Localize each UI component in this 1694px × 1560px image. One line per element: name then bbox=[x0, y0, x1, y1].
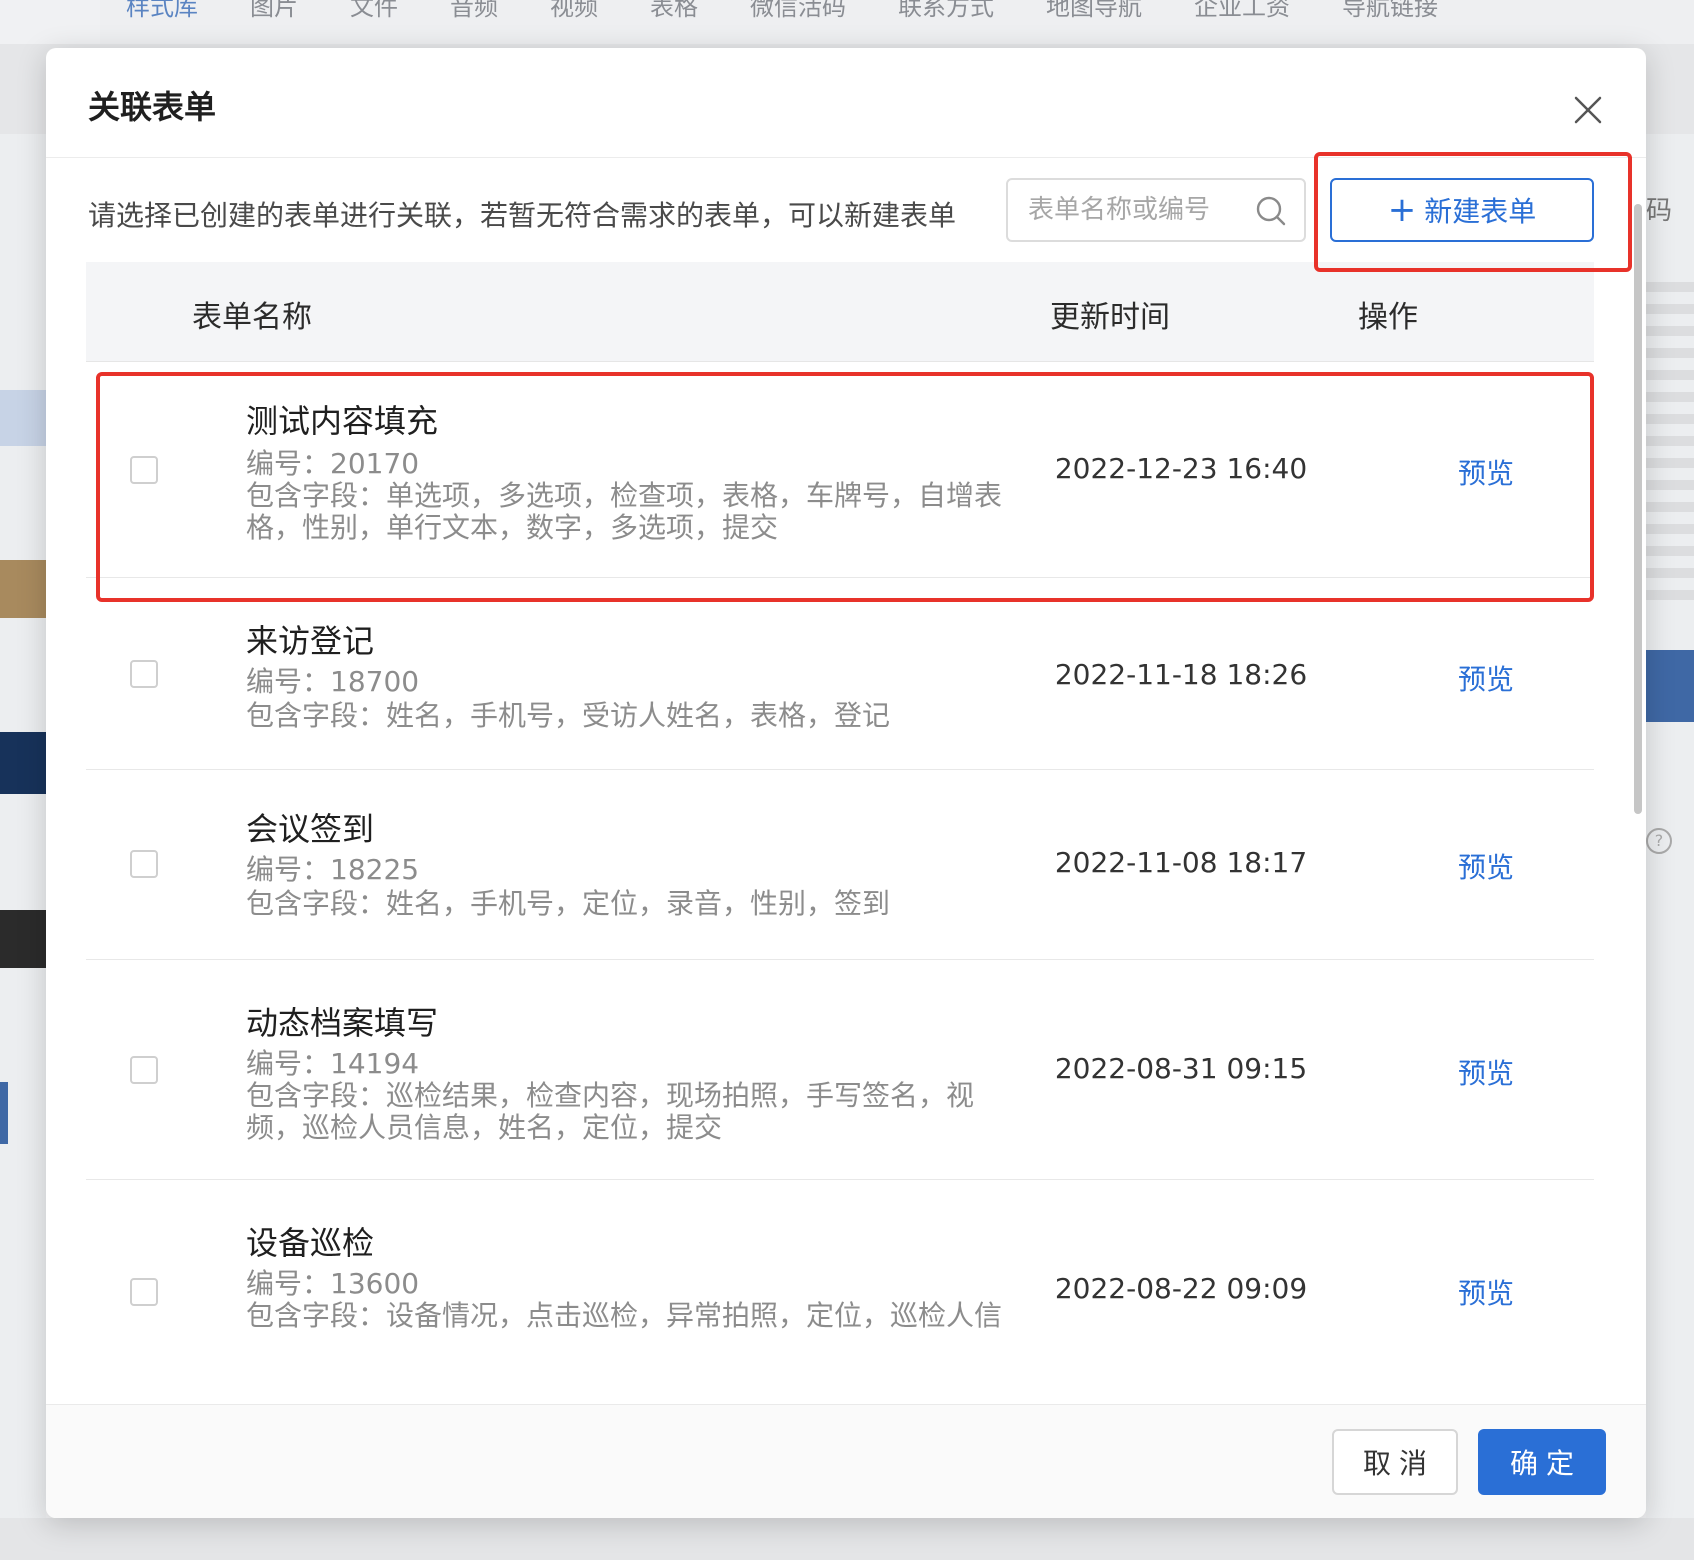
dialog-title: 关联表单 bbox=[88, 88, 217, 126]
preview-link[interactable]: 预览 bbox=[1458, 452, 1514, 492]
form-update-time: 2022-08-31 09:15 bbox=[1054, 1052, 1308, 1085]
background-block bbox=[1646, 650, 1694, 722]
form-code: 编号：18225 bbox=[246, 853, 420, 886]
header-update-time: 更新时间 bbox=[1050, 300, 1170, 335]
form-update-time: 2022-11-18 18:26 bbox=[1054, 658, 1308, 691]
table-row[interactable]: 会议签到 编号：18225 包含字段：姓名，手机号，定位，录音，性别，签到 20… bbox=[86, 770, 1594, 960]
form-update-time: 2022-11-08 18:17 bbox=[1054, 846, 1308, 879]
form-name: 动态档案填写 bbox=[246, 1004, 439, 1042]
form-fields: 包含字段：巡检结果，检查内容，现场拍照，手写签名，视频，巡检人员信息，姓名，定位… bbox=[246, 1079, 975, 1144]
help-icon: ? bbox=[1646, 828, 1672, 854]
table-header: 表单名称 更新时间 操作 bbox=[86, 262, 1594, 362]
header-form-name: 表单名称 bbox=[192, 300, 312, 335]
form-name: 会议签到 bbox=[246, 810, 375, 848]
row-checkbox[interactable] bbox=[130, 850, 158, 878]
bg-nav-item: 图片 bbox=[250, 0, 298, 21]
form-code: 编号：13600 bbox=[246, 1267, 420, 1300]
search-box[interactable] bbox=[1006, 178, 1306, 242]
row-checkbox[interactable] bbox=[130, 456, 158, 484]
bg-nav-item: 地图导航 bbox=[1046, 0, 1142, 21]
background-nav: 样式库 图片 文件 音频 视频 表格 微信活码 联系方式 地图导航 企业工资 导… bbox=[100, 0, 1694, 44]
row-checkbox[interactable] bbox=[130, 1278, 158, 1306]
background-block bbox=[0, 390, 46, 446]
preview-link[interactable]: 预览 bbox=[1458, 1272, 1514, 1312]
background-block bbox=[0, 560, 46, 618]
form-fields: 包含字段：单选项，多选项，检查项，表格，车牌号，自增表格，性别，单行文本，数字，… bbox=[246, 479, 1003, 544]
form-fields: 包含字段：设备情况，点击巡检，异常拍照，定位，巡检人信 bbox=[246, 1299, 1003, 1332]
row-checkbox[interactable] bbox=[130, 660, 158, 688]
dialog-header: 关联表单 bbox=[46, 48, 1646, 158]
plus-icon: + bbox=[1387, 190, 1417, 230]
search-input[interactable] bbox=[1028, 180, 1248, 240]
bg-nav-item: 表格 bbox=[650, 0, 698, 21]
row-checkbox[interactable] bbox=[130, 1056, 158, 1084]
preview-link[interactable]: 预览 bbox=[1458, 1052, 1514, 1092]
background-bottom bbox=[0, 1518, 1694, 1560]
bg-nav-item: 导航链接 bbox=[1342, 0, 1438, 21]
preview-link[interactable]: 预览 bbox=[1458, 658, 1514, 698]
form-update-time: 2022-12-23 16:40 bbox=[1054, 452, 1308, 485]
background-left-panel bbox=[0, 134, 46, 1560]
bg-nav-item: 联系方式 bbox=[898, 0, 994, 21]
bg-nav-item: 视频 bbox=[550, 0, 598, 21]
dialog-description: 请选择已创建的表单进行关联，若暂无符合需求的表单，可以新建表单 bbox=[88, 199, 957, 232]
table-row[interactable]: 来访登记 编号：18700 包含字段：姓名，手机号，受访人姓名，表格，登记 20… bbox=[86, 578, 1594, 770]
background-right-text: 码 bbox=[1646, 196, 1673, 226]
preview-link[interactable]: 预览 bbox=[1458, 846, 1514, 886]
dialog-footer: 取消 确定 bbox=[46, 1404, 1646, 1518]
link-form-dialog: 关联表单 请选择已创建的表单进行关联，若暂无符合需求的表单，可以新建表单 + 新… bbox=[46, 48, 1646, 1518]
bg-nav-item: 音频 bbox=[450, 0, 498, 21]
new-form-button[interactable]: + 新建表单 bbox=[1330, 178, 1594, 242]
search-icon[interactable] bbox=[1254, 194, 1288, 228]
form-fields: 包含字段：姓名，手机号，定位，录音，性别，签到 bbox=[246, 887, 891, 920]
close-icon-glyph bbox=[1574, 96, 1602, 124]
new-form-button-label: 新建表单 bbox=[1424, 195, 1537, 228]
table-row[interactable]: 动态档案填写 编号：14194 包含字段：巡检结果，检查内容，现场拍照，手写签名… bbox=[86, 960, 1594, 1180]
forms-table: 表单名称 更新时间 操作 测试内容填充 编号：20170 包含字段：单选项，多选… bbox=[86, 262, 1594, 1404]
form-update-time: 2022-08-22 09:09 bbox=[1054, 1272, 1308, 1305]
bg-nav-item: 微信活码 bbox=[750, 0, 846, 21]
table-row[interactable]: 设备巡检 编号：13600 包含字段：设备情况，点击巡检，异常拍照，定位，巡检人… bbox=[86, 1180, 1594, 1404]
close-icon[interactable] bbox=[1566, 88, 1610, 132]
background-qr-code bbox=[1646, 280, 1694, 600]
background-block bbox=[0, 910, 46, 968]
form-code: 编号：18700 bbox=[246, 665, 420, 698]
table-row[interactable]: 测试内容填充 编号：20170 包含字段：单选项，多选项，检查项，表格，车牌号，… bbox=[86, 362, 1594, 578]
form-name: 设备巡检 bbox=[246, 1224, 375, 1262]
form-fields: 包含字段：姓名，手机号，受访人姓名，表格，登记 bbox=[246, 699, 891, 732]
form-code: 编号：14194 bbox=[246, 1047, 420, 1080]
form-code: 编号：20170 bbox=[246, 447, 420, 480]
bg-nav-item: 样式库 bbox=[126, 0, 198, 21]
bg-nav-item: 企业工资 bbox=[1194, 0, 1290, 21]
bg-nav-item: 文件 bbox=[350, 0, 398, 21]
confirm-button[interactable]: 确定 bbox=[1478, 1429, 1606, 1495]
scrollbar-thumb[interactable] bbox=[1634, 204, 1642, 814]
background-block bbox=[0, 1082, 8, 1144]
scrollbar[interactable] bbox=[1632, 158, 1644, 1454]
cancel-button[interactable]: 取消 bbox=[1332, 1429, 1458, 1495]
form-name: 测试内容填充 bbox=[246, 402, 439, 440]
form-name: 来访登记 bbox=[246, 622, 375, 660]
background-block bbox=[0, 732, 46, 794]
header-action: 操作 bbox=[1358, 300, 1418, 335]
